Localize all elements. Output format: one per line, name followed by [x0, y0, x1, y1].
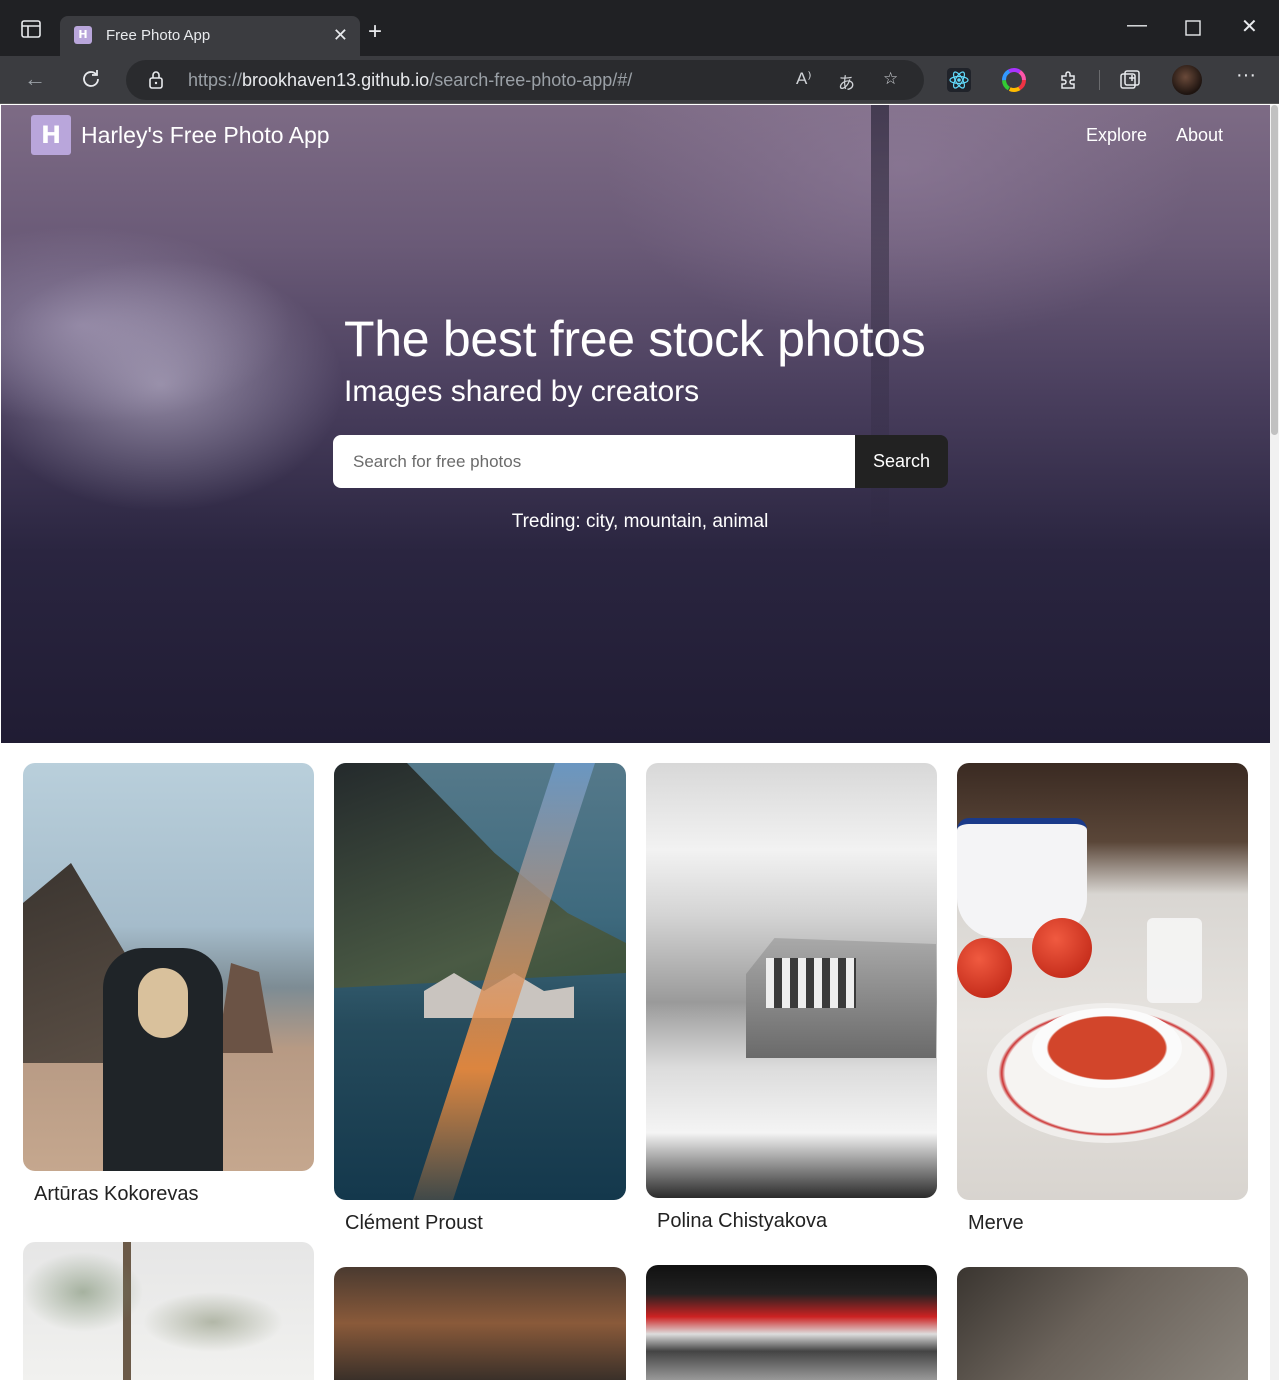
- photo-author[interactable]: Merve: [968, 1212, 1024, 1235]
- photo-beach-couple[interactable]: [23, 763, 314, 1171]
- close-tab-icon[interactable]: ✕: [333, 25, 348, 46]
- brand[interactable]: H Harley's Free Photo App: [31, 115, 330, 155]
- photo-card[interactable]: Merve: [957, 763, 1248, 1234]
- photo-acropolis[interactable]: [646, 763, 937, 1198]
- photo-tomato-soup[interactable]: [957, 763, 1248, 1200]
- extensions-puzzle-icon[interactable]: [1057, 68, 1081, 92]
- search-bar: Search: [333, 435, 948, 488]
- brand-logo: H: [31, 115, 71, 155]
- collections-icon[interactable]: [1118, 68, 1142, 92]
- search-button[interactable]: Search: [855, 435, 948, 488]
- address-bar[interactable]: https://brookhaven13.github.io/search-fr…: [126, 60, 924, 100]
- photo-mountain-village[interactable]: [334, 763, 626, 1200]
- lock-icon[interactable]: [148, 70, 164, 90]
- close-window-icon[interactable]: ✕: [1241, 14, 1258, 39]
- photo-card[interactable]: [334, 1267, 626, 1380]
- nav-explore[interactable]: Explore: [1086, 125, 1147, 146]
- photo-train-motion[interactable]: [646, 1265, 937, 1380]
- tab-actions-icon[interactable]: [20, 18, 42, 40]
- hero-headline: The best free stock photos: [344, 311, 926, 367]
- page-scrollbar[interactable]: [1270, 105, 1279, 1380]
- photo-card[interactable]: [23, 1242, 314, 1380]
- photo-author[interactable]: Artūras Kokorevas: [34, 1183, 199, 1206]
- photo-warm-blur[interactable]: [334, 1267, 626, 1380]
- browser-tab-bar: H Free Photo App ✕ + — ✕: [0, 0, 1279, 56]
- url-text: https://brookhaven13.github.io/search-fr…: [188, 70, 633, 90]
- photo-author[interactable]: Clément Proust: [345, 1212, 483, 1235]
- new-tab-icon[interactable]: +: [368, 20, 382, 44]
- photo-trees[interactable]: [23, 1242, 314, 1380]
- tab-title: Free Photo App: [106, 27, 211, 44]
- more-menu-icon[interactable]: ···: [1236, 64, 1260, 88]
- profile-avatar[interactable]: [1172, 65, 1202, 95]
- hero-section: H Harley's Free Photo App Explore About …: [1, 105, 1270, 743]
- photo-card[interactable]: [646, 1265, 937, 1380]
- scrollbar-thumb[interactable]: [1271, 105, 1278, 435]
- minimize-icon[interactable]: —: [1127, 14, 1147, 37]
- brand-name: Harley's Free Photo App: [81, 121, 330, 148]
- browser-tab[interactable]: H Free Photo App ✕: [60, 16, 360, 56]
- color-picker-extension-icon[interactable]: [1002, 68, 1026, 92]
- toolbar-divider: [1099, 70, 1100, 90]
- browser-toolbar: ← https://brookhaven13.github.io/search-…: [0, 56, 1279, 104]
- photo-card[interactable]: [957, 1267, 1248, 1380]
- translate-icon[interactable]: あ: [838, 69, 855, 94]
- search-input[interactable]: [333, 435, 855, 488]
- trending-text: Treding: city, mountain, animal: [511, 511, 769, 532]
- tab-favicon: H: [74, 26, 92, 44]
- refresh-icon[interactable]: [80, 68, 102, 90]
- photo-card[interactable]: Clément Proust: [334, 763, 626, 1234]
- photo-author[interactable]: Polina Chistyakova: [657, 1210, 827, 1233]
- read-aloud-icon[interactable]: A⁾: [796, 69, 812, 89]
- hero-subheadline: Images shared by creators: [344, 375, 700, 408]
- photo-card[interactable]: Polina Chistyakova: [646, 763, 937, 1232]
- photo-cafe[interactable]: [957, 1267, 1248, 1380]
- photo-card[interactable]: Artūras Kokorevas: [23, 763, 314, 1205]
- add-favorite-icon[interactable]: ☆: [883, 69, 898, 89]
- back-arrow-icon[interactable]: ←: [24, 67, 46, 91]
- nav-about[interactable]: About: [1176, 125, 1223, 146]
- react-devtools-icon[interactable]: [947, 68, 971, 92]
- maximize-icon[interactable]: [1185, 20, 1201, 36]
